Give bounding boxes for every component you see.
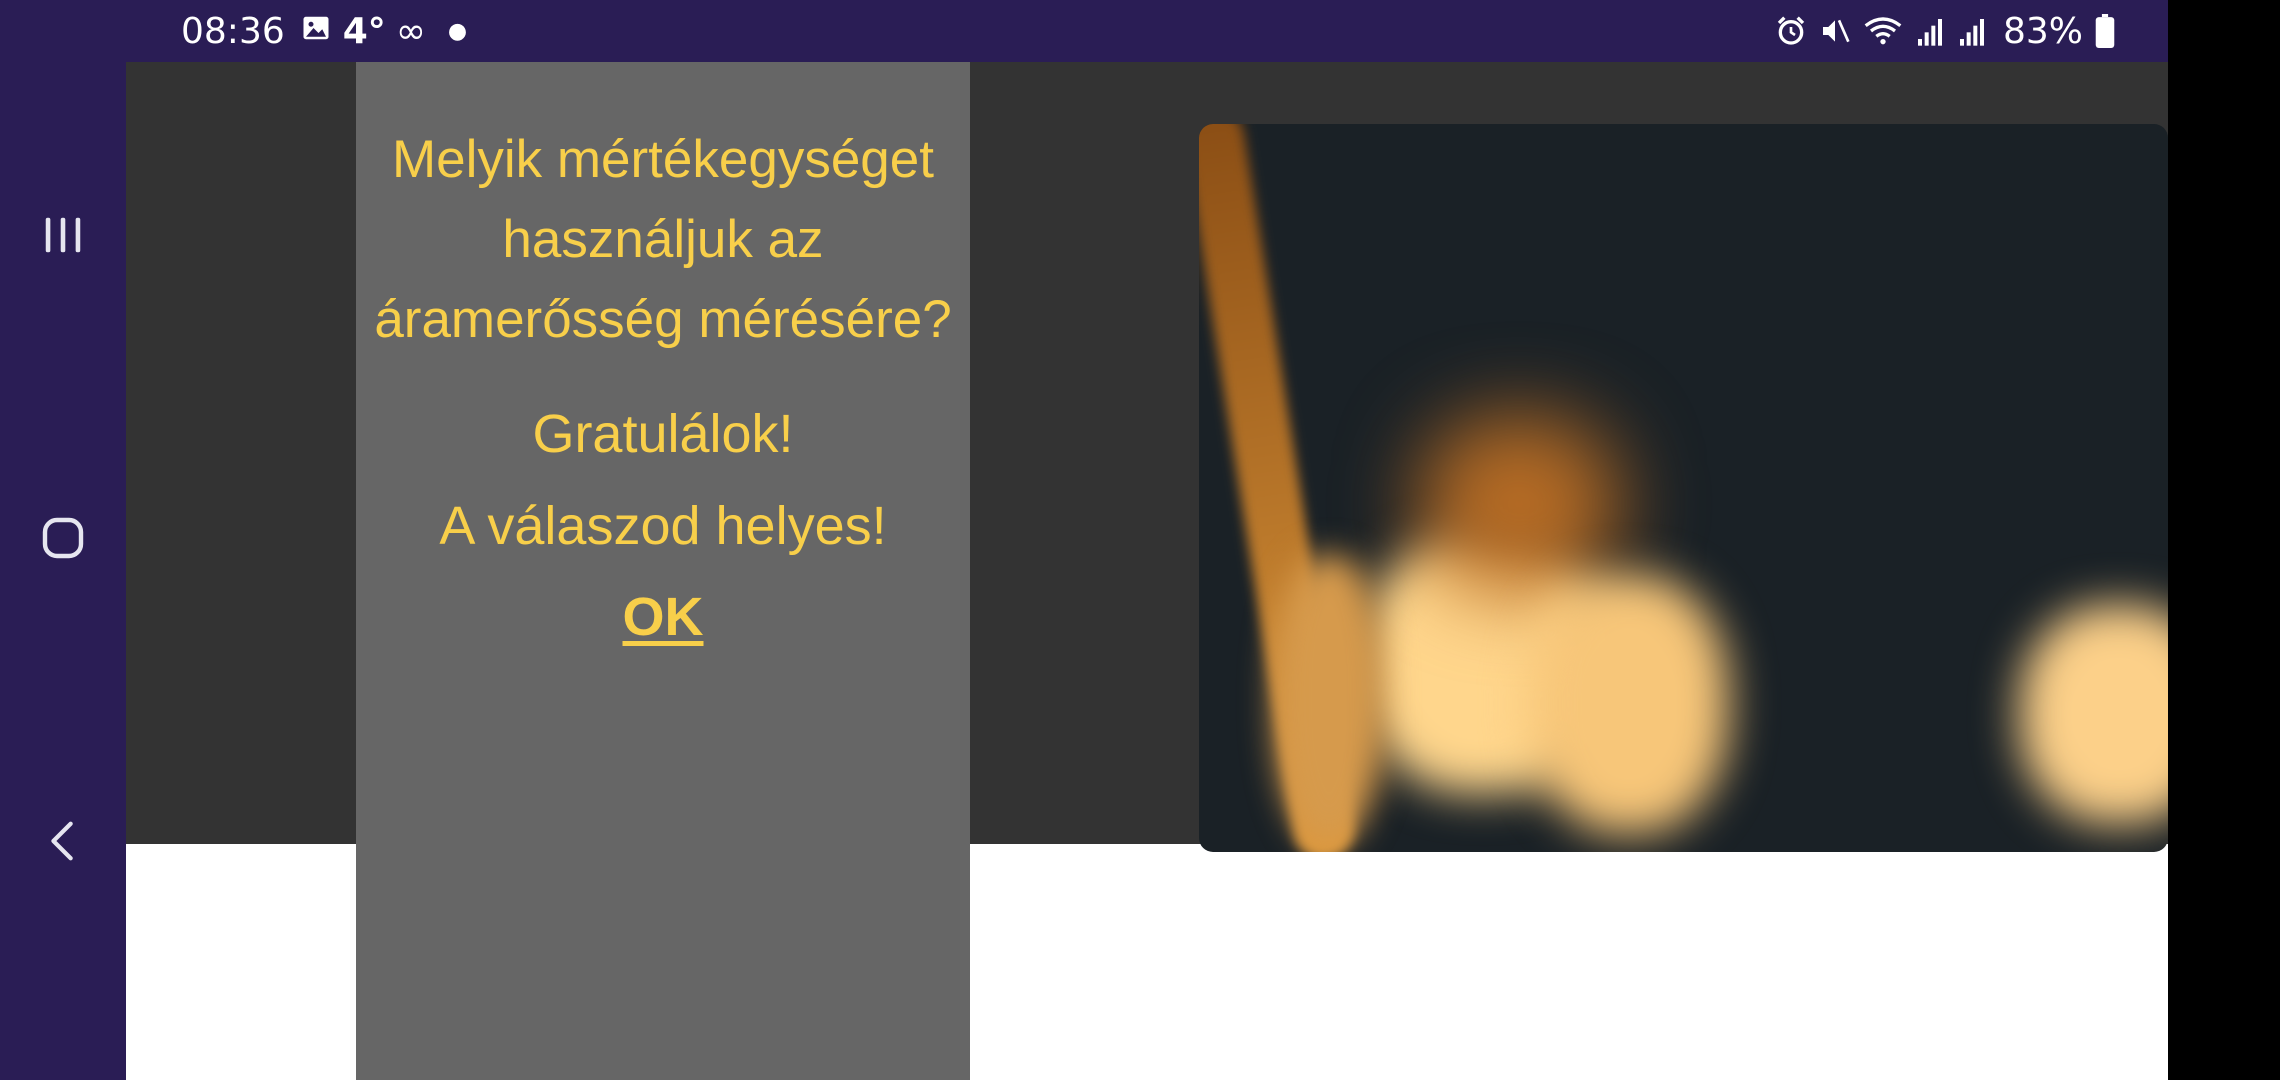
question-text: Melyik mértékegységet használjuk az áram… <box>374 130 952 349</box>
status-temperature: 4° <box>342 10 386 52</box>
wifi-icon <box>1863 15 1903 47</box>
quiz-panel: Melyik mértékegységet használjuk az áram… <box>356 62 970 1080</box>
status-right: 83% <box>1775 0 2115 62</box>
back-icon <box>51 821 73 861</box>
notification-dot-icon: ● <box>447 18 468 44</box>
battery-percentage: 83% <box>2002 10 2083 52</box>
back-button[interactable] <box>0 796 126 886</box>
status-left: 08:36 4° ∞ ● <box>181 0 467 62</box>
status-time: 08:36 <box>181 10 285 52</box>
mute-icon <box>1819 15 1851 47</box>
ok-button[interactable]: OK <box>623 586 704 648</box>
recent-apps-icon <box>45 217 81 253</box>
alarm-icon <box>1775 15 1807 47</box>
status-bar: 08:36 4° ∞ ● 83% <box>0 0 2168 62</box>
signal-icon-secondary <box>1957 15 1987 47</box>
gallery-icon <box>301 11 331 52</box>
recent-apps-button[interactable] <box>0 190 126 280</box>
battery-icon <box>2095 14 2115 48</box>
feedback-message: A válaszod helyes! <box>439 496 887 556</box>
infinity-icon: ∞ <box>395 10 426 52</box>
home-icon <box>42 517 84 559</box>
feedback-title: Gratulálok! <box>532 404 794 464</box>
bulb-photo <box>1199 124 2168 852</box>
home-button[interactable] <box>0 493 126 583</box>
signal-icon <box>1915 15 1945 47</box>
navigation-bar <box>0 62 126 1080</box>
app-content: Melyik mértékegységet használjuk az áram… <box>126 62 2168 1080</box>
